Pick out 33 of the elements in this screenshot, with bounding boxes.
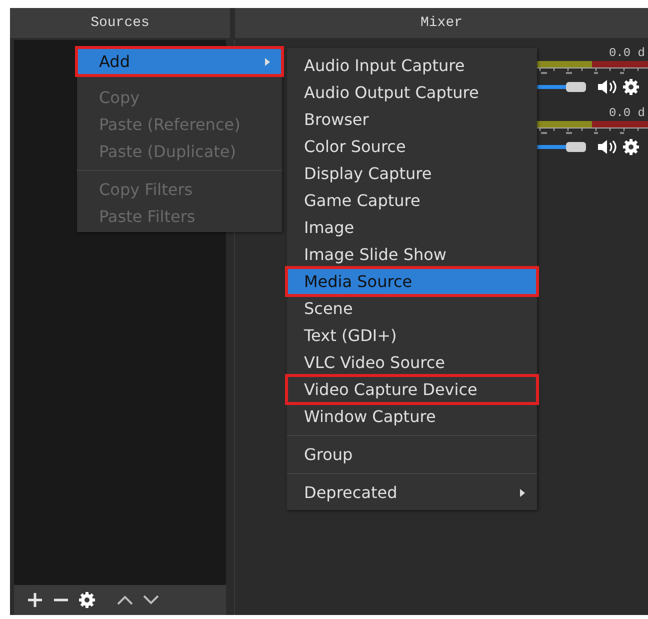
speaker-icon[interactable] (597, 78, 617, 96)
menu-item[interactable]: Audio Output Capture (287, 79, 537, 106)
menu-item[interactable]: Display Capture (287, 160, 537, 187)
dock-title: Sources (10, 8, 230, 38)
menu-item[interactable]: Image Slide Show (287, 241, 537, 268)
settings-icon[interactable] (622, 78, 640, 96)
move-down-icon[interactable] (142, 594, 160, 606)
slider-handle[interactable] (566, 82, 586, 92)
menu-item[interactable]: Add (77, 48, 282, 75)
submenu-arrow-icon (265, 58, 270, 66)
menu-item[interactable]: Group (287, 441, 537, 468)
menu-item[interactable]: Deprecated (287, 479, 537, 506)
settings-icon[interactable] (78, 591, 96, 609)
menu-item[interactable]: Text (GDI+) (287, 322, 537, 349)
slider-handle[interactable] (566, 142, 586, 152)
menu-item[interactable]: VLC Video Source (287, 349, 537, 376)
menu-item[interactable]: Image (287, 214, 537, 241)
dock-title: Mixer (235, 8, 648, 38)
menu-item[interactable]: Browser (287, 106, 537, 133)
menu-item[interactable]: Color Source (287, 133, 537, 160)
menu-item[interactable]: Media Source (287, 268, 537, 295)
menu-item[interactable]: Audio Input Capture (287, 52, 537, 79)
menu-item[interactable]: Video Capture Device (287, 376, 537, 403)
add-icon[interactable] (26, 591, 44, 609)
menu-item[interactable]: Scene (287, 295, 537, 322)
volume-reading: 0.0 d (608, 46, 645, 60)
settings-icon[interactable] (622, 138, 640, 156)
move-up-icon[interactable] (116, 594, 134, 606)
speaker-icon[interactable] (597, 138, 617, 156)
menu-item[interactable]: Game Capture (287, 187, 537, 214)
menu-item[interactable]: Window Capture (287, 403, 537, 430)
volume-reading: 0.0 d (608, 106, 645, 120)
submenu-arrow-icon (520, 488, 525, 496)
